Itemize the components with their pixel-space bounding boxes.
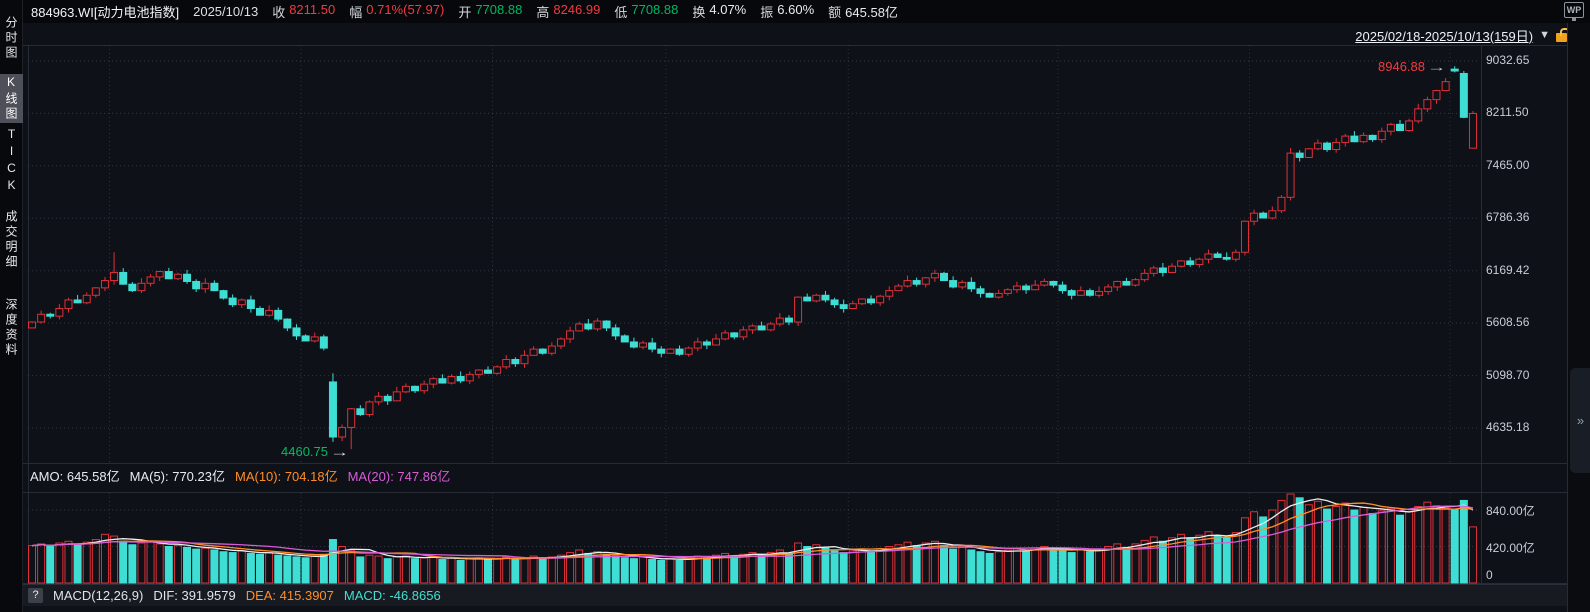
y-axis-label: 8211.50 (1486, 105, 1529, 119)
y-axis-label: 0 (1486, 568, 1493, 582)
macd-status-bar: ? MACD(12,26,9) DIF: 391.9579 DEA: 415.390… (23, 584, 1567, 606)
period-low-value: 4460.75 (281, 444, 328, 459)
sidebar-item-TICK[interactable]: TICK (0, 126, 23, 196)
sidebar-item-成交明细[interactable]: 成交明细 (0, 199, 23, 281)
y-axis-label: 840.00亿 (1486, 502, 1535, 519)
unlock-icon[interactable] (1556, 33, 1567, 42)
arrow-right-icon: → (330, 445, 349, 459)
range-row: 2025/02/18-2025/10/13(159日) ▼ (1355, 26, 1567, 44)
volume-indicator-row: AMO: 645.58亿 MA(5): 770.23亿 MA(10): 704.18… (30, 465, 450, 485)
chart-frame-bottom (23, 463, 1567, 464)
help-button[interactable]: ? (28, 588, 43, 603)
period-high-annotation: 8946.88 → (1378, 59, 1439, 74)
arrow-right-icon: → (1427, 60, 1446, 74)
quote-date: 2025/10/13 (193, 4, 258, 19)
quote-field: 额645.58亿 (828, 2, 898, 21)
y-axis-label: 9032.65 (1486, 53, 1529, 67)
panel-expander-tab[interactable]: » (1570, 368, 1590, 473)
y-axis-label: 420.00亿 (1486, 539, 1535, 556)
macd-values: MACD(12,26,9) DIF: 391.9579 DEA: 415.3907 M… (53, 588, 441, 603)
quote-field: 振6.60% (760, 2, 814, 21)
y-axis-label: 5098.70 (1486, 368, 1529, 382)
indicator-value: MA(10): 704.18亿 (235, 466, 338, 485)
indicator-value: DIF: 391.9579 (153, 588, 235, 603)
quote-field: 高8246.99 (536, 2, 600, 21)
volume-chart[interactable] (28, 493, 1481, 584)
y-axis-label: 6786.36 (1486, 210, 1529, 224)
right-scroll-strip: » (1567, 23, 1590, 612)
y-axis-label: 7465.00 (1486, 158, 1529, 172)
indicator-value: DEA: 415.3907 (246, 588, 334, 603)
sidebar-item-分时图[interactable]: 分时图 (0, 4, 23, 72)
wp-monitor-icon[interactable]: WP (1564, 2, 1584, 18)
quote-field: 幅0.71%(57.97) (349, 2, 444, 21)
sidebar-item-K线图[interactable]: K线图 (0, 74, 23, 123)
y-axis-label: 5608.56 (1486, 315, 1529, 329)
quote-field: 低7708.88 (614, 2, 678, 21)
indicator-value: MA(20): 747.86亿 (348, 466, 451, 485)
y-axis-label: 4635.18 (1486, 420, 1529, 434)
indicator-value: MACD: -46.8656 (344, 588, 441, 603)
quote-bar: 884963.WI[动力电池指数] 2025/10/13 收8211.50 幅0.… (23, 0, 1590, 23)
quote-field: 换4.07% (692, 2, 746, 21)
chart-frame-right (1481, 45, 1482, 583)
app-window: 884963.WI[动力电池指数] 2025/10/13 收8211.50 幅0.… (0, 0, 1590, 612)
quote-field: 收8211.50 (272, 2, 335, 21)
period-high-value: 8946.88 (1378, 59, 1425, 74)
y-axis-label: 6169.42 (1486, 263, 1529, 277)
candlestick-chart[interactable] (28, 45, 1481, 463)
indicator-value: AMO: 645.58亿 (30, 466, 120, 485)
period-low-annotation: 4460.75 → (281, 444, 342, 459)
sidebar: 分时图K线图 TICK 成交明细深度资料 (0, 0, 23, 612)
indicator-value: MA(5): 770.23亿 (130, 466, 225, 485)
sidebar-item-深度资料[interactable]: 深度资料 (0, 285, 23, 370)
chevron-down-icon[interactable]: ▼ (1539, 29, 1550, 41)
date-range-link[interactable]: 2025/02/18-2025/10/13(159日) (1355, 26, 1533, 45)
indicator-value: MACD(12,26,9) (53, 588, 143, 603)
quote-field: 开7708.88 (458, 2, 522, 21)
quote-fields: 收8211.50 幅0.71%(57.97) 开7708.88 高8246.99 低77… (272, 2, 898, 21)
symbol-name: 884963.WI[动力电池指数] (31, 2, 179, 21)
